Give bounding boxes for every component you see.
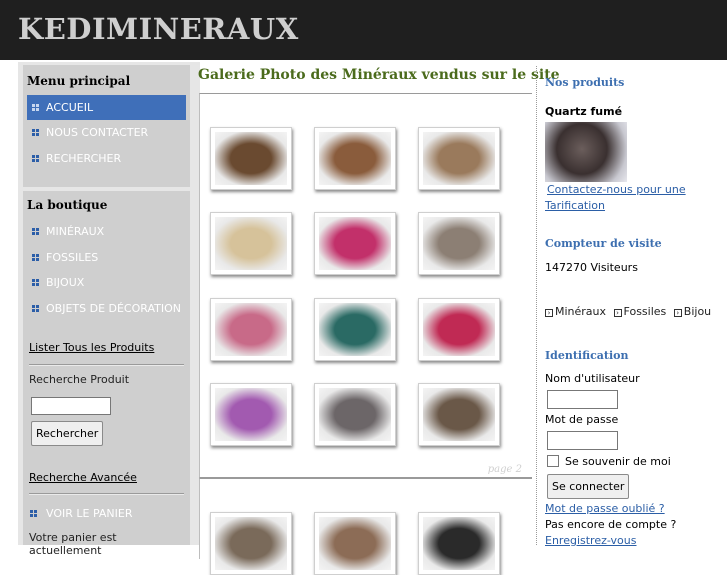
password-input[interactable] [547,431,618,450]
bullet-icon [32,104,39,111]
thumbnail-image [215,303,287,356]
products-title: Nos produits [545,76,625,89]
forgot-password-link[interactable]: Mot de passe oublié ? [545,502,665,515]
thumbnail-image [319,388,391,441]
view-cart-label: VOIR LE PANIER [46,507,133,520]
thumbnail-image [423,517,495,570]
shop-item-label: MINÉRAUX [46,225,105,238]
bullet-icon [32,129,39,136]
advanced-search-link[interactable]: Recherche Avancée [29,471,137,484]
register-link[interactable]: Enregistrez-vous [545,534,637,547]
mineral-photo[interactable] [314,512,396,575]
main-menu-box: Menu principal ACCUEIL NOUS CONTACTER RE… [23,65,190,187]
cart-status-text: Votre panier est actuellement [29,531,117,557]
divider [29,493,184,495]
gallery-title: Galerie Photo des Minéraux vendus sur le… [198,67,560,83]
menu-item-label: NOUS CONTACTER [46,126,149,139]
mineral-photo[interactable] [314,298,396,361]
username-input[interactable] [547,390,618,409]
thumbnail-image [215,132,287,185]
mineral-photo[interactable] [418,212,500,275]
shop-item-label: OBJETS DE DÉCORATION [46,302,181,315]
product-price-link-2[interactable]: Tarification [545,199,605,212]
shop-item-label: BIJOUX [46,276,85,289]
bullet-icon [30,510,37,517]
shop-item-label: FOSSILES [46,251,99,264]
thumbnail-image [319,517,391,570]
main-menu-title: Menu principal [27,74,131,88]
visit-counter-title: Compteur de visite [545,237,662,250]
mineral-photo[interactable] [314,212,396,275]
category-link-mineraux[interactable]: Minéraux [555,305,606,318]
thumbnail-image [319,132,391,185]
username-label: Nom d'utilisateur [545,372,640,385]
menu-item-search[interactable]: RECHERCHER [27,146,186,171]
bullet-icon [32,254,39,261]
mineral-photo[interactable] [418,298,500,361]
shop-item-mineraux[interactable]: MINÉRAUX [27,219,186,244]
menu-item-contact[interactable]: NOUS CONTACTER [27,120,186,145]
thumbnail-image [319,303,391,356]
bullet-icon [32,305,39,312]
site-title: KEDIMINERAUX [18,12,299,46]
search-product-label: Recherche Produit [29,373,130,386]
thumbnail-image [423,388,495,441]
mineral-photo[interactable] [210,298,292,361]
mineral-photo[interactable] [418,383,500,446]
visit-counter-value: 147270 Visiteurs [545,261,638,274]
bullet-icon [32,155,39,162]
search-button[interactable]: Rechercher [31,421,104,446]
gallery-page: page 2 [199,93,532,478]
thumbnail-image [319,217,391,270]
mineral-photo[interactable] [210,212,292,275]
page-label: page 2 [487,464,522,475]
remember-label: Se souvenir de moi [565,455,671,468]
smoky-quartz-photo[interactable] [210,127,292,190]
mineral-photo[interactable] [210,383,292,446]
mineral-photo[interactable] [314,383,396,446]
thumbnail-image [215,217,287,270]
smoky-quartz-photo[interactable] [314,127,396,190]
bullet-icon [32,279,39,286]
search-input[interactable] [31,397,111,415]
shop-item-fossiles[interactable]: FOSSILES [27,245,186,270]
left-sidebar: Menu principal ACCUEIL NOUS CONTACTER RE… [18,62,200,557]
login-button[interactable]: Se connecter [547,474,630,499]
arrow-icon: › [545,309,553,317]
shop-box: La boutique MINÉRAUX FOSSILES BIJOUX OBJ… [23,191,190,557]
product-name: Quartz fumé [545,105,623,118]
thumbnail-image [423,217,495,270]
arrow-icon: › [613,309,622,317]
thumbnail-image [423,303,495,356]
right-sidebar: Nos produits Quartz fumé Contactez-nous … [536,66,727,547]
thumbnail-image [215,517,287,570]
view-cart-link[interactable]: VOIR LE PANIER [27,501,186,526]
thumbnail-image [423,132,495,185]
shop-item-bijoux[interactable]: BIJOUX [27,270,186,295]
password-label: Mot de passe [545,413,619,426]
category-links: › Minéraux › Fossiles › Bijou [545,305,711,318]
divider [29,364,184,366]
shop-item-decoration[interactable]: OBJETS DE DÉCORATION [27,296,186,321]
thumbnail-image [215,388,287,441]
mineral-photo[interactable] [418,127,500,190]
login-title: Identification [545,349,629,362]
shop-title: La boutique [27,198,108,212]
arrow-icon: › [673,309,682,317]
remember-checkbox[interactable] [547,455,559,467]
gallery-page-next [199,478,532,575]
mineral-photo[interactable] [418,512,500,575]
menu-item-accueil[interactable]: ACCUEIL [27,95,186,120]
product-image[interactable] [545,122,627,182]
no-account-text: Pas encore de compte ? [545,518,677,531]
mineral-photo[interactable] [210,512,292,575]
bullet-icon [32,228,39,235]
menu-item-label: RECHERCHER [46,152,122,165]
category-link-bijou[interactable]: Bijou [684,305,711,318]
category-link-fossiles[interactable]: Fossiles [624,305,667,318]
product-price-link[interactable]: Contactez-nous pour une [547,183,686,196]
header-bar: KEDIMINERAUX [0,0,727,60]
menu-item-label: ACCUEIL [46,101,94,114]
list-all-products-link[interactable]: Lister Tous les Produits [29,341,154,354]
